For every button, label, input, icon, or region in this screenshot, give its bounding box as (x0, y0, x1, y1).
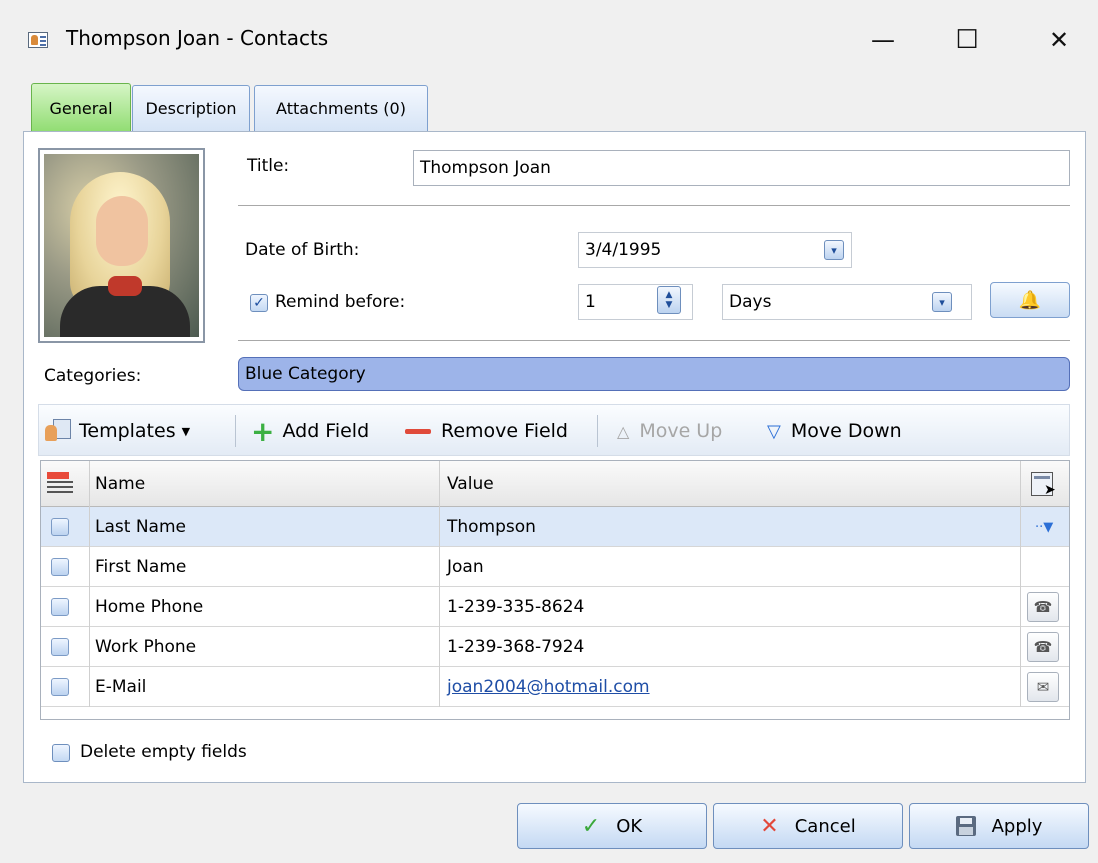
row-checkbox[interactable] (51, 638, 69, 656)
table-row[interactable]: First Name Joan (41, 547, 1069, 587)
remind-checkbox[interactable]: ✓ (250, 294, 268, 312)
triangle-down-icon: ▽ (767, 420, 781, 442)
row-value[interactable]: Joan (441, 547, 1011, 587)
row-value[interactable]: joan2004@hotmail.com (441, 667, 1011, 707)
reminder-bell-button[interactable]: 🔔 (990, 282, 1070, 318)
row-name: E-Mail (95, 677, 147, 697)
apply-label: Apply (991, 815, 1043, 837)
delete-empty-label: Delete empty fields (80, 742, 247, 762)
table-row[interactable]: E-Mail joan2004@hotmail.com ✉ (41, 667, 1069, 707)
caret-down-icon: ▼ (181, 424, 191, 438)
move-down-label: Move Down (790, 420, 902, 442)
row-checkbox[interactable] (51, 558, 69, 576)
tab-attachments[interactable]: Attachments (0) (254, 85, 428, 131)
remind-spinner[interactable]: ▲ ▼ (657, 286, 681, 314)
minus-icon (405, 428, 431, 434)
spin-down-icon: ▼ (665, 300, 673, 310)
row-value[interactable]: 1-239-368-7924 (441, 627, 1011, 667)
cross-icon: ✕ (760, 813, 779, 839)
toolbar-separator (235, 415, 236, 447)
maximize-button[interactable]: ☐ (944, 22, 990, 58)
row-value[interactable]: 1-239-335-8624 (441, 587, 1011, 627)
remove-field-button[interactable]: Remove Field (405, 405, 568, 457)
triangle-up-icon: △ (617, 421, 630, 441)
ok-button[interactable]: ✓ OK (517, 803, 707, 849)
remind-unit-value: Days (729, 292, 772, 312)
templates-button[interactable]: Templates ▼ (45, 405, 190, 457)
dob-input[interactable]: 3/4/1995 (578, 232, 852, 268)
column-header-name[interactable]: Name (89, 461, 439, 507)
row-value[interactable]: Thompson (441, 507, 1011, 547)
templates-label: Templates (79, 420, 176, 442)
fields-toolbar: Templates ▼ + Add Field Remove Field △ M… (38, 404, 1070, 456)
row-name: First Name (95, 557, 187, 577)
remind-unit-dropdown-button[interactable]: ▾ (932, 292, 952, 312)
more-icon[interactable]: ··▼ (1029, 507, 1061, 547)
dob-dropdown-button[interactable]: ▾ (824, 240, 844, 260)
tab-description[interactable]: Description (132, 85, 250, 131)
row-name: Last Name (95, 517, 186, 537)
divider (238, 205, 1070, 206)
mail-icon[interactable]: ✉ (1027, 672, 1059, 702)
table-row[interactable]: Home Phone 1-239-335-8624 ☎ (41, 587, 1069, 627)
minimize-button[interactable]: — (860, 22, 906, 58)
title-input[interactable]: Thompson Joan (413, 150, 1070, 186)
row-name: Work Phone (95, 637, 197, 657)
dob-value: 3/4/1995 (585, 240, 662, 260)
move-up-button[interactable]: △ Move Up (617, 405, 722, 457)
remind-label: Remind before: (275, 292, 406, 312)
phone-icon[interactable]: ☎ (1027, 592, 1059, 622)
table-row[interactable]: Work Phone 1-239-368-7924 ☎ (41, 627, 1069, 667)
plus-icon: + (251, 414, 275, 448)
add-field-button[interactable]: + Add Field (251, 405, 369, 457)
floppy-disk-icon (955, 816, 976, 836)
title-bar: Thompson Joan - Contacts — ☐ ✕ (0, 0, 1098, 82)
contact-card-icon (28, 32, 48, 48)
cancel-label: Cancel (794, 815, 856, 837)
fields-grid: Name Value ➤ Last Name Thompson ··▼ Firs… (40, 460, 1070, 720)
contact-photo[interactable] (38, 148, 205, 343)
table-row[interactable]: Last Name Thompson ··▼ (41, 507, 1069, 547)
tab-general[interactable]: General (31, 83, 131, 133)
apply-button[interactable]: Apply (909, 803, 1089, 849)
cancel-button[interactable]: ✕ Cancel (713, 803, 903, 849)
phone-icon[interactable]: ☎ (1027, 632, 1059, 662)
remove-field-label: Remove Field (441, 420, 568, 442)
delete-empty-checkbox[interactable] (52, 744, 70, 762)
add-field-label: Add Field (282, 420, 370, 442)
move-up-label: Move Up (639, 420, 723, 442)
chevron-down-icon: ▾ (831, 243, 837, 257)
toolbar-separator (597, 415, 598, 447)
divider (238, 340, 1070, 341)
templates-icon (45, 419, 71, 443)
column-header-value[interactable]: Value (441, 461, 1011, 507)
grid-header: Name Value ➤ (41, 461, 1069, 507)
move-down-button[interactable]: ▽ Move Down (767, 405, 902, 457)
email-link[interactable]: joan2004@hotmail.com (447, 677, 650, 697)
row-checkbox[interactable] (51, 598, 69, 616)
checkmark-icon: ✓ (581, 813, 601, 839)
checkmark-icon: ✓ (253, 295, 265, 311)
bell-icon: 🔔 (1018, 289, 1042, 311)
title-label: Title: (247, 156, 290, 176)
spin-up-icon: ▲ (665, 290, 673, 300)
column-customize-icon[interactable]: ➤ (1025, 467, 1065, 501)
row-name: Home Phone (95, 597, 204, 617)
row-checkbox[interactable] (51, 518, 69, 536)
remind-value: 1 (585, 292, 596, 312)
close-button[interactable]: ✕ (1036, 22, 1082, 58)
column-title-icon[interactable] (43, 467, 83, 501)
row-checkbox[interactable] (51, 678, 69, 696)
ok-label: OK (616, 815, 643, 837)
categories-label: Categories: (44, 366, 142, 386)
window-title: Thompson Joan - Contacts (66, 26, 329, 50)
chevron-down-icon: ▾ (939, 295, 945, 309)
categories-input[interactable]: Blue Category (238, 357, 1070, 391)
dob-label: Date of Birth: (245, 240, 360, 260)
